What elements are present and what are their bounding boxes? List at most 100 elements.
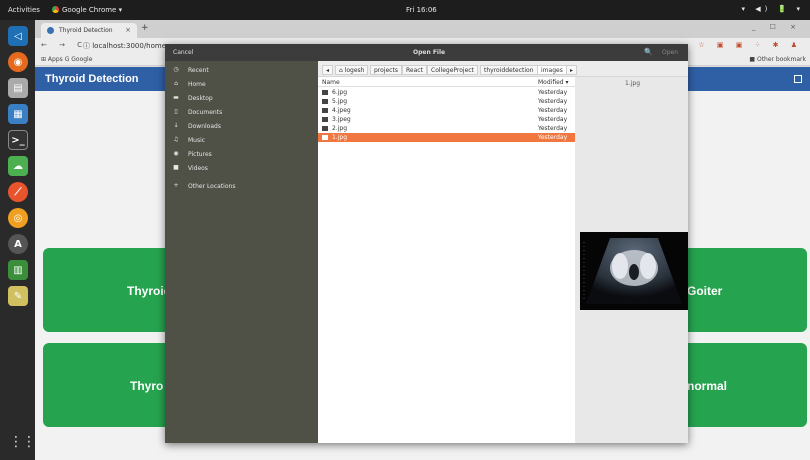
logout-icon[interactable] (794, 75, 802, 83)
app-menu-label: Google Chrome ▾ (62, 6, 123, 14)
new-tab-button[interactable]: + (141, 23, 149, 33)
file-modified: Yesterday (538, 89, 568, 96)
image-file-icon (322, 126, 328, 131)
address-bar[interactable]: ⓘ localhost:3000/home (83, 41, 166, 51)
file-row[interactable]: 6.jpg Yesterday (318, 88, 575, 97)
file-list: Name Modified ▾ 6.jpg Yesterday 5.jpg Yest… (318, 77, 575, 443)
file-name: 1.jpg (332, 134, 348, 141)
file-row[interactable]: 3.jpeg Yesterday (318, 115, 575, 124)
home-icon: ⌂ (174, 80, 178, 87)
file-modified: Yesterday (538, 125, 568, 132)
tab-thyroid[interactable]: Thyroid Detection × (41, 23, 137, 38)
sidebar-item-label: Home (188, 81, 206, 88)
image-file-icon (322, 135, 328, 140)
system-tray[interactable]: ▾ ◀) 🔋 ▾ (741, 5, 804, 13)
file-row-selected[interactable]: 1.jpg Yesterday (318, 133, 575, 142)
compass-icon[interactable]: ⟋ (8, 182, 28, 202)
tab-close-icon[interactable]: × (125, 26, 131, 34)
file-name: 5.jpg (332, 98, 348, 105)
path-crumb-collegeproject[interactable]: CollegeProject (427, 65, 478, 75)
writer-icon[interactable]: ▦ (8, 104, 28, 124)
sidebar-item-desktop[interactable]: ▬ Desktop (165, 92, 318, 104)
image-file-icon (322, 99, 328, 104)
sidebar-item-pictures[interactable]: ◉ Pictures (165, 148, 318, 160)
terminal-icon[interactable]: >_ (8, 130, 28, 150)
sidebar-item-label: Music (188, 137, 206, 144)
sidebar-item-label: Videos (188, 165, 208, 172)
preview-filename: 1.jpg (625, 80, 641, 87)
firefox-icon[interactable]: ◉ (8, 52, 28, 72)
file-row[interactable]: 2.jpg Yesterday (318, 124, 575, 133)
dialog-header: Cancel Open File 🔍 Open (165, 44, 688, 61)
favicon-icon (47, 27, 54, 34)
sidebar-item-home[interactable]: ⌂ Home (165, 78, 318, 90)
sidebar-item-label: Recent (188, 67, 209, 74)
vscode-icon[interactable]: ◁ (8, 26, 28, 46)
sidebar-item-label: Other Locations (188, 183, 236, 190)
file-modified: Yesterday (538, 134, 568, 141)
path-crumb-images[interactable]: images (537, 65, 567, 75)
column-modified[interactable]: Modified ▾ (538, 79, 569, 86)
chrome-dock-icon[interactable]: ◎ (8, 208, 28, 228)
top-panel: Activities Google Chrome ▾ Fri 16:06 ▾ ◀… (0, 0, 810, 20)
sidebar-item-downloads[interactable]: ↓ Downloads (165, 120, 318, 132)
app-menu[interactable]: Google Chrome ▾ (52, 6, 122, 14)
sidebar-item-label: Pictures (188, 151, 212, 158)
image-file-icon (322, 117, 328, 122)
file-name: 2.jpg (332, 125, 348, 132)
spreadsheet-icon[interactable]: ▥ (8, 260, 28, 280)
open-button[interactable]: Open (662, 49, 678, 56)
path-forward-button[interactable]: ▸ (566, 65, 578, 75)
sidebar-item-label: Documents (188, 109, 223, 116)
dock: ◁ ◉ ▤ ▦ >_ ☁ ⟋ ◎ A ▥ ✎ ⋮⋮⋮ (0, 20, 49, 460)
card-label: Goiter (687, 284, 723, 298)
chrome-icon (52, 6, 59, 13)
document-icon: ▯ (174, 108, 178, 115)
path-crumb-react[interactable]: React (402, 65, 427, 75)
bookmark-apps[interactable]: ⊞ Apps G Google (41, 56, 92, 63)
column-name[interactable]: Name (322, 79, 340, 86)
image-file-icon (322, 90, 328, 95)
card-label: Thyro (130, 379, 164, 393)
activities-button[interactable]: Activities (8, 6, 40, 14)
sidebar-item-label: Desktop (188, 95, 213, 102)
sidebar-item-videos[interactable]: ■ Videos (165, 162, 318, 174)
open-file-dialog: Cancel Open File 🔍 Open ◷ Recent ⌂ Home ▬ D… (165, 44, 688, 443)
nav-buttons[interactable]: ← → C (41, 41, 87, 49)
path-crumb-projects[interactable]: projects (370, 65, 402, 75)
file-name: 3.jpeg (332, 116, 351, 123)
files-icon[interactable]: ▤ (8, 78, 28, 98)
file-name: 6.jpg (332, 89, 348, 96)
file-modified: Yesterday (538, 98, 568, 105)
file-row[interactable]: 4.jpeg Yesterday (318, 106, 575, 115)
folder-icon: ▬ (173, 94, 179, 101)
clock[interactable]: Fri 16:06 (406, 6, 437, 14)
file-name: 4.jpeg (332, 107, 351, 114)
preview-pane: 1.jpg (575, 77, 688, 443)
video-icon: ■ (173, 164, 179, 171)
window-controls[interactable]: _ ☐ × (752, 23, 802, 31)
file-list-header: Name Modified ▾ (318, 77, 575, 87)
cancel-button[interactable]: Cancel (173, 49, 193, 56)
file-row[interactable]: 5.jpg Yesterday (318, 97, 575, 106)
dialog-title: Open File (413, 49, 446, 56)
path-bar: ◂ ⌂ logesh projects React CollegeProject… (318, 61, 688, 77)
camera-icon: ◉ (173, 150, 179, 157)
other-bookmarks[interactable]: ■ Other bookmark (749, 56, 806, 63)
download-icon: ↓ (173, 122, 179, 129)
software-icon[interactable]: A (8, 234, 28, 254)
music-icon: ♫ (173, 136, 179, 143)
sidebar-item-other-locations[interactable]: + Other Locations (165, 180, 318, 192)
file-modified: Yesterday (538, 107, 568, 114)
extension-icons[interactable]: ☆ ▣ ▣ ⁘ ✱ ♟ (698, 41, 802, 49)
page-title: Thyroid Detection (45, 73, 139, 85)
sidebar-item-music[interactable]: ♫ Music (165, 134, 318, 146)
sidebar-item-documents[interactable]: ▯ Documents (165, 106, 318, 118)
cloud-icon[interactable]: ☁ (8, 156, 28, 176)
path-crumb-logesh[interactable]: ⌂ logesh (335, 65, 369, 75)
search-icon[interactable]: 🔍 (644, 48, 653, 56)
path-back-button[interactable]: ◂ (322, 65, 334, 75)
sidebar-item-recent[interactable]: ◷ Recent (165, 64, 318, 76)
path-crumb-thyroiddetection[interactable]: thyroiddetection (480, 65, 538, 75)
editor-icon[interactable]: ✎ (8, 286, 28, 306)
